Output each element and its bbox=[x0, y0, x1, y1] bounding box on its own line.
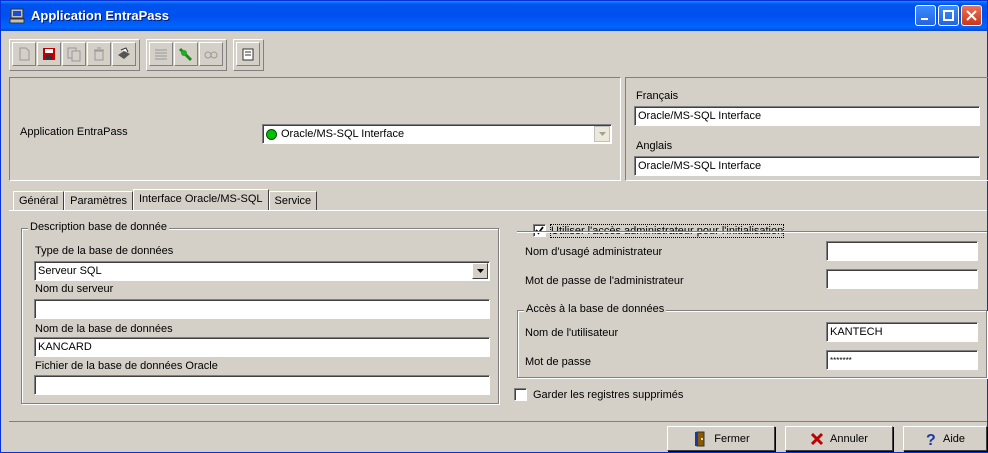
tab-oracle-interface[interactable]: Interface Oracle/MS-SQL bbox=[133, 189, 269, 211]
server-name-input[interactable] bbox=[34, 299, 490, 319]
toolbar-group-tools bbox=[146, 39, 227, 71]
info-button[interactable] bbox=[236, 42, 260, 66]
cancel-button[interactable]: Annuler bbox=[785, 426, 893, 451]
app-label: Application EntraPass bbox=[20, 126, 128, 138]
application-window: Application EntraPass Application EntraP… bbox=[0, 0, 988, 453]
english-label: Anglais bbox=[636, 140, 673, 152]
toolbar-group-edit bbox=[9, 39, 140, 71]
tab-strip: Général Paramètres Interface Oracle/MS-S… bbox=[13, 189, 318, 211]
link-icon bbox=[178, 47, 193, 62]
close-button[interactable]: Fermer bbox=[667, 426, 775, 451]
french-name-input[interactable]: Oracle/MS-SQL Interface bbox=[634, 106, 980, 126]
french-label: Français bbox=[636, 90, 679, 102]
new-icon bbox=[19, 47, 30, 61]
tab-parameters[interactable]: Paramètres bbox=[64, 191, 133, 211]
admin-user-label: Nom d'usagé administrateur bbox=[525, 246, 663, 258]
db-type-label: Type de la base de données bbox=[35, 245, 174, 257]
link-button[interactable] bbox=[174, 42, 198, 66]
oracle-file-label: Fichier de la base de données Oracle bbox=[35, 360, 218, 372]
db-type-dropdown-button[interactable] bbox=[472, 263, 488, 279]
admin-password-input[interactable] bbox=[826, 269, 978, 289]
copy-icon bbox=[67, 47, 81, 62]
db-access-legend: Accès à la base de données bbox=[524, 303, 667, 315]
english-name-input[interactable]: Oracle/MS-SQL Interface bbox=[634, 156, 980, 176]
admin-divider bbox=[517, 231, 987, 232]
maximize-button[interactable] bbox=[938, 5, 959, 26]
list-icon bbox=[155, 49, 167, 60]
help-button[interactable]: ? Aide bbox=[903, 426, 987, 451]
db-password-input[interactable]: ******* bbox=[826, 350, 978, 370]
app-select[interactable]: Oracle/MS-SQL Interface bbox=[262, 124, 612, 144]
close-window-button[interactable] bbox=[961, 5, 982, 26]
oracle-file-input[interactable] bbox=[34, 375, 490, 395]
admin-password-label: Mot de passe de l'administrateur bbox=[525, 275, 684, 287]
toolbar-group-info bbox=[233, 39, 264, 71]
db-description-legend: Description base de donnée bbox=[28, 221, 169, 233]
svg-text:?: ? bbox=[926, 432, 936, 447]
info-icon bbox=[242, 48, 254, 61]
db-user-input[interactable]: KANTECH bbox=[826, 322, 978, 342]
db-type-select[interactable]: Serveur SQL bbox=[34, 261, 490, 281]
find-button[interactable] bbox=[199, 42, 223, 66]
help-button-label: Aide bbox=[942, 432, 966, 445]
question-mark-icon: ? bbox=[926, 432, 936, 447]
chevron-down-icon bbox=[599, 132, 606, 136]
keep-deleted-checkbox[interactable] bbox=[514, 388, 527, 401]
delete-icon bbox=[94, 47, 104, 61]
chevron-down-icon bbox=[477, 269, 484, 273]
server-name-label: Nom du serveur bbox=[35, 283, 114, 295]
application-panel: Application EntraPass Oracle/MS-SQL Inte… bbox=[9, 77, 621, 181]
find-icon bbox=[204, 51, 218, 59]
title-bar[interactable]: Application EntraPass bbox=[1, 1, 987, 31]
door-icon bbox=[695, 431, 705, 446]
app-select-dropdown-button[interactable] bbox=[594, 126, 610, 142]
copy-button[interactable] bbox=[62, 42, 86, 66]
app-icon bbox=[9, 8, 25, 24]
list-button[interactable] bbox=[149, 42, 173, 66]
admin-user-input[interactable] bbox=[826, 241, 978, 261]
keep-deleted-label[interactable]: Garder les registres supprimés bbox=[533, 389, 683, 401]
save-button[interactable] bbox=[37, 42, 61, 66]
save-icon bbox=[43, 48, 55, 60]
minimize-button[interactable] bbox=[915, 5, 936, 26]
app-select-value: Oracle/MS-SQL Interface bbox=[281, 128, 405, 140]
toolbar bbox=[9, 39, 270, 71]
db-type-value: Serveur SQL bbox=[38, 265, 102, 277]
language-panel: Français Oracle/MS-SQL Interface Anglais… bbox=[625, 77, 988, 181]
print-button[interactable] bbox=[112, 42, 136, 66]
status-dot-icon bbox=[266, 129, 277, 140]
tab-service[interactable]: Service bbox=[268, 191, 318, 211]
window-title: Application EntraPass bbox=[31, 8, 169, 23]
db-password-label: Mot de passe bbox=[525, 356, 592, 368]
print-icon bbox=[118, 47, 130, 59]
new-button[interactable] bbox=[12, 42, 36, 66]
db-user-label: Nom de l'utilisateur bbox=[525, 327, 619, 339]
delete-button[interactable] bbox=[87, 42, 111, 66]
cancel-button-label: Annuler bbox=[830, 432, 868, 445]
db-name-label: Nom de la base de données bbox=[35, 323, 173, 335]
db-name-input[interactable]: KANCARD bbox=[34, 337, 490, 357]
tab-content: Description base de donnée Type de la ba… bbox=[9, 210, 987, 420]
close-button-label: Fermer bbox=[714, 432, 750, 445]
x-icon bbox=[810, 432, 824, 445]
db-description-group: Description base de donnée Type de la ba… bbox=[21, 221, 499, 404]
tab-general[interactable]: Général bbox=[13, 191, 65, 211]
